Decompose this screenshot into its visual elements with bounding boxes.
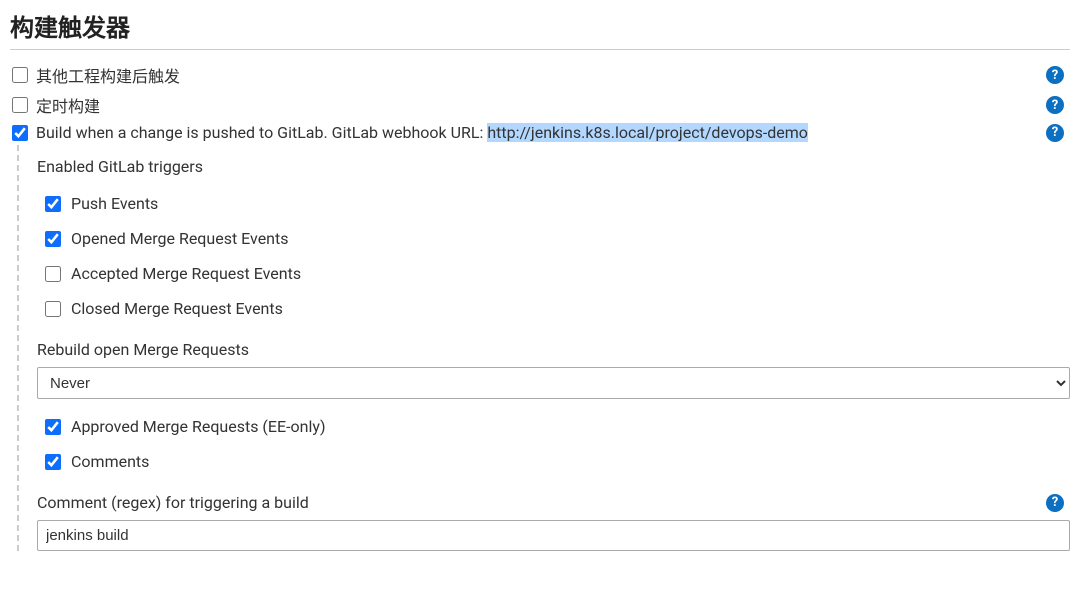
gitlab-triggers-title: Enabled GitLab triggers: [37, 157, 1070, 176]
gitlab-triggers-section: Enabled GitLab triggers Push Events Open…: [17, 145, 1070, 551]
comments-label: Comments: [71, 452, 149, 471]
comment-regex-label-text: Comment (regex) for triggering a build: [37, 493, 1046, 512]
comment-regex-label: Comment (regex) for triggering a build ?: [37, 493, 1070, 512]
trigger-row-gitlab: Build when a change is pushed to GitLab.…: [10, 120, 1070, 145]
approved-mr-row: Approved Merge Requests (EE-only): [37, 409, 1070, 444]
trigger-gitlab-url: http://jenkins.k8s.local/project/devops-…: [487, 123, 808, 142]
gitlab-triggers-title-text: Enabled GitLab triggers: [37, 157, 1070, 176]
help-icon[interactable]: ?: [1046, 494, 1064, 512]
opened-mr-label: Opened Merge Request Events: [71, 229, 289, 248]
help-icon[interactable]: ?: [1046, 66, 1064, 84]
trigger-other-project-label: 其他工程构建后触发: [36, 63, 1038, 87]
approved-mr-label: Approved Merge Requests (EE-only): [71, 417, 326, 436]
rebuild-open-mr-select[interactable]: Never: [37, 367, 1070, 399]
section-title: 构建触发器: [10, 8, 1070, 50]
accepted-mr-checkbox[interactable]: [45, 266, 61, 282]
closed-mr-label: Closed Merge Request Events: [71, 299, 283, 318]
trigger-row-other-project: 其他工程构建后触发 ?: [10, 60, 1070, 90]
rebuild-open-mr-label: Rebuild open Merge Requests: [37, 340, 1070, 359]
help-icon[interactable]: ?: [1046, 124, 1064, 142]
push-events-row: Push Events: [37, 186, 1070, 221]
trigger-other-project-checkbox[interactable]: [12, 67, 28, 83]
push-events-checkbox[interactable]: [45, 196, 61, 212]
trigger-periodic-checkbox[interactable]: [12, 97, 28, 113]
accepted-mr-row: Accepted Merge Request Events: [37, 256, 1070, 291]
rebuild-open-mr-label-text: Rebuild open Merge Requests: [37, 340, 1070, 359]
accepted-mr-label: Accepted Merge Request Events: [71, 264, 301, 283]
comment-regex-input[interactable]: [37, 520, 1070, 551]
trigger-gitlab-label-prefix: Build when a change is pushed to GitLab.…: [36, 123, 487, 142]
comments-row: Comments: [37, 444, 1070, 479]
trigger-gitlab-checkbox[interactable]: [12, 125, 28, 141]
opened-mr-row: Opened Merge Request Events: [37, 221, 1070, 256]
approved-mr-checkbox[interactable]: [45, 419, 61, 435]
trigger-periodic-label: 定时构建: [36, 93, 1038, 117]
closed-mr-checkbox[interactable]: [45, 301, 61, 317]
push-events-label: Push Events: [71, 194, 158, 213]
comments-checkbox[interactable]: [45, 454, 61, 470]
closed-mr-row: Closed Merge Request Events: [37, 291, 1070, 326]
trigger-gitlab-label: Build when a change is pushed to GitLab.…: [36, 123, 1038, 142]
trigger-row-periodic: 定时构建 ?: [10, 90, 1070, 120]
opened-mr-checkbox[interactable]: [45, 231, 61, 247]
help-icon[interactable]: ?: [1046, 96, 1064, 114]
